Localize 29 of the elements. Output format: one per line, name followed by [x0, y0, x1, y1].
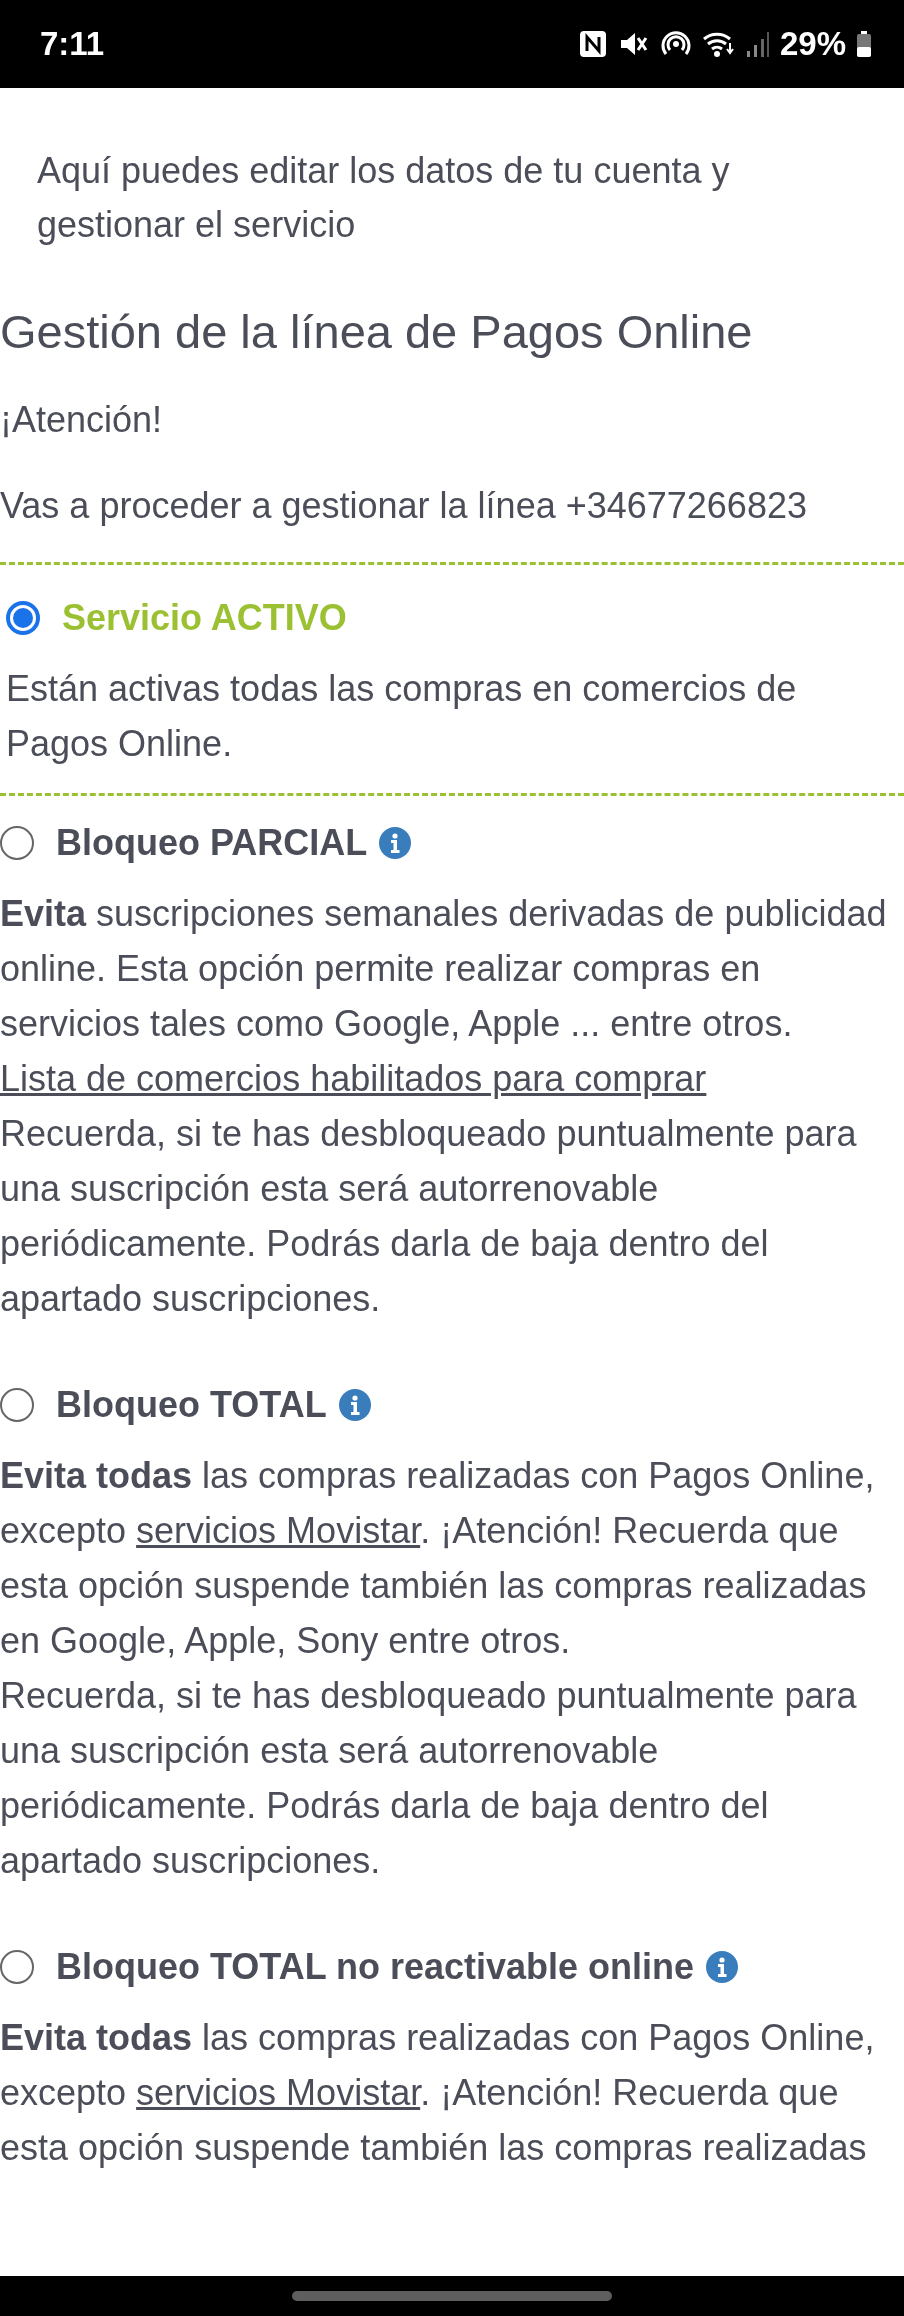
option-description: Recuerda, si te has desbloqueado puntualmente para una suscripción esta será autorrenovable periódicamente. Podrás darla de baja dentro del apartado suscripciones.	[0, 1674, 858, 1883]
merchant-list-link[interactable]: Lista de comercios habilitados para comprar	[0, 1051, 904, 1106]
battery-percent: 29%	[779, 25, 846, 63]
option-title: Servicio ACTIVO	[62, 597, 347, 639]
radio-button[interactable]	[0, 1950, 34, 1984]
movistar-services-link[interactable]: servicios Movistar	[136, 1510, 421, 1551]
option-description: Evita suscripciones semanales derivadas de publicidad online. Esta opción permite realizar compras en servicios tales como Google, Apple ... entre otros.	[0, 892, 888, 1046]
info-icon[interactable]	[338, 1389, 371, 1421]
info-icon[interactable]	[706, 1951, 739, 1983]
option-description: Evita todas las compras realizadas con Pagos Online, excepto servicios Movistar. ¡Atención! Recuerda que esta opción suspende también las compras realizadas en Google, Apple, Sony entre otros.	[0, 1454, 876, 1663]
option-description: Están activas todas las compras en comercios de Pagos Online.	[6, 667, 798, 766]
option-description: Evita todas las compras realizadas con Pagos Online, excepto servicios Movistar. ¡Atención! Recuerda que esta opción suspende también las compras realizadas	[0, 2016, 876, 2170]
nfc-icon	[577, 29, 608, 59]
info-icon[interactable]	[379, 827, 412, 859]
section-heading: Gestión de la línea de Pagos Online	[0, 304, 754, 360]
line-message: Vas a proceder a gestionar la línea +34677266823	[0, 484, 808, 528]
option-title: Bloqueo PARCIAL	[56, 822, 368, 864]
option-description: Recuerda, si te has desbloqueado puntualmente para una suscripción esta será autorrenovable periódicamente. Podrás darla de baja dentro del apartado suscripciones.	[0, 1112, 858, 1321]
radio-button[interactable]	[0, 826, 34, 860]
radio-button[interactable]	[0, 1388, 34, 1422]
radio-button[interactable]	[6, 601, 40, 635]
battery-icon	[856, 29, 872, 59]
movistar-services-link[interactable]: servicios Movistar	[136, 2072, 421, 2113]
signal-icon	[745, 29, 770, 59]
intro-text: Aquí puedes editar los datos de tu cuenta y gestionar el servicio	[36, 149, 731, 247]
notice-text: ¡Atención!	[0, 398, 164, 442]
option-title: Bloqueo TOTAL no reactivable online	[56, 1946, 695, 1988]
option-title: Bloqueo TOTAL	[56, 1384, 327, 1426]
clock-time: 7:11	[40, 25, 105, 63]
